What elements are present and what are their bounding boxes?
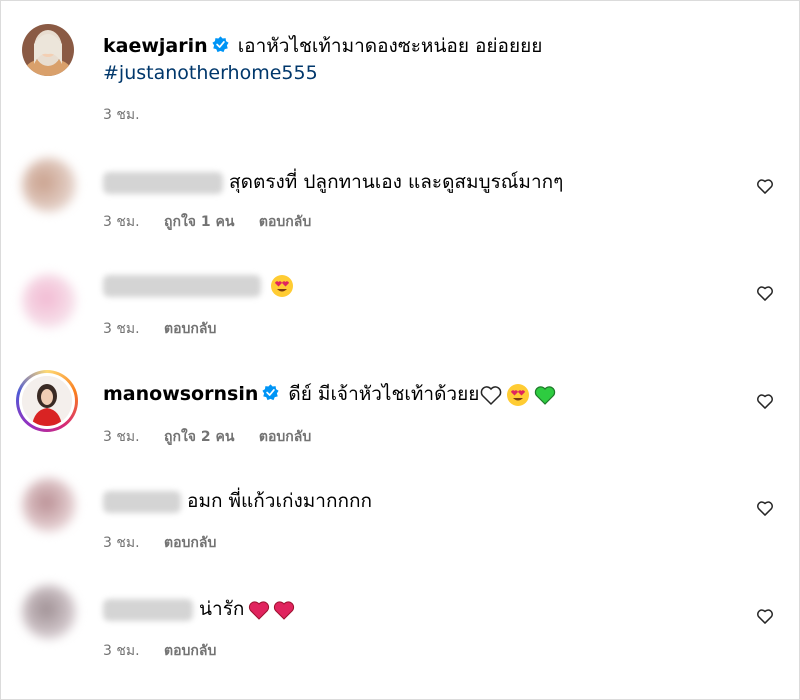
reply-button[interactable]: ตอบกลับ [259,429,311,445]
username-redacted[interactable] [103,171,223,194]
comment-time[interactable]: 3 ชม. [103,535,140,551]
avatar[interactable] [22,24,74,76]
comment-username[interactable]: manowsornsin [103,383,258,405]
comment-time[interactable]: 3 ชม. [103,321,140,337]
caption-username[interactable]: kaewjarin [103,35,208,57]
reply-button[interactable]: ตอบกลับ [164,643,216,659]
reply-button[interactable]: ตอบกลับ [164,535,216,551]
heart-icon[interactable] [755,498,775,518]
comment-text: สุดตรงที่ ปลูกทานเอง และดูสมบูรณ์มากๆ [229,171,564,193]
comment-time[interactable]: 3 ชม. [103,643,140,659]
verified-badge-icon [212,36,229,53]
comment-text: น่ารัก [199,598,245,620]
heart-eyes-emoji-icon [507,383,530,406]
heart-icon[interactable] [755,176,775,196]
username-redacted[interactable] [103,274,261,297]
likes-count[interactable]: ถูกใจ 2 คน [164,429,234,445]
red-heart-emoji-icon [249,600,270,620]
heart-eyes-emoji-icon [271,274,294,297]
white-heart-emoji-icon [481,385,502,405]
avatar[interactable] [22,585,76,639]
username-redacted[interactable] [103,598,193,621]
username-redacted[interactable] [103,490,181,513]
verified-badge-icon [262,384,279,401]
avatar[interactable] [22,158,76,212]
caption-hashtag[interactable]: #justanotherhome555 [103,62,318,84]
heart-icon[interactable] [755,391,775,411]
caption-time[interactable]: 3 ชม. [103,107,140,123]
comment-text: ดีย์ มีเจ้าหัวไชเท้าด้วยย [288,383,480,405]
likes-count[interactable]: ถูกใจ 1 คน [164,214,234,230]
comment-text: อมก พี่แก้วเก่งมากกกก [187,490,372,512]
heart-icon[interactable] [755,283,775,303]
avatar[interactable] [22,274,76,328]
reply-button[interactable]: ตอบกลับ [164,321,216,337]
heart-icon[interactable] [755,606,775,626]
green-heart-emoji-icon [535,385,556,405]
caption-text: เอาหัวไชเท้ามาดองซะหน่อย อย่อยยย [237,35,543,57]
reply-button[interactable]: ตอบกลับ [259,214,311,230]
red-heart-emoji-icon [274,600,295,620]
avatar-story-ring[interactable] [16,370,78,432]
comment-time[interactable]: 3 ชม. [103,214,140,230]
comment-time[interactable]: 3 ชม. [103,429,140,445]
avatar[interactable] [22,478,76,532]
